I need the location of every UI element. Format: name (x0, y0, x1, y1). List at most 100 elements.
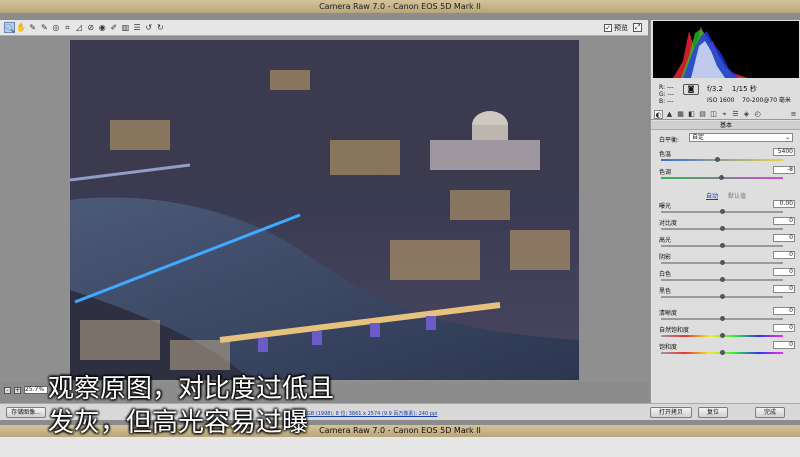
auto-default-links: 自动 默认值 (651, 191, 800, 200)
adjustments-panel: R: --- G: --- B: --- ◙ f/3.2 1/15 秒 ISO … (650, 20, 800, 403)
tint-value-field[interactable]: -8 (773, 166, 795, 174)
default-link[interactable]: 默认值 (728, 193, 746, 200)
vibrance-value-field[interactable]: 0 (773, 324, 795, 332)
vibrance-label: 自然饱和度 (659, 327, 690, 334)
contrast-label: 对比度 (659, 220, 678, 227)
zoom-tool-icon[interactable]: 🔍 (4, 22, 15, 33)
rgb-r: R: --- (659, 84, 674, 91)
hsl-tab-icon[interactable]: ◧ (687, 110, 696, 119)
auto-link[interactable]: 自动 (706, 193, 718, 200)
caption-overlay: 观察原图，对比度过低且 发灰，但高光容易过曝 (48, 372, 334, 440)
crop-tool-icon[interactable]: ⌗ (62, 22, 73, 33)
exposure-label: 曝光 (659, 203, 672, 210)
toolbar: 🔍 ✋ ✎ ✎ ◎ ⌗ ◿ ⊘ ◉ ✐ ▥ ☰ ↺ ↻ ✓ 预览 ⤢ (0, 20, 648, 36)
effects-tab-icon[interactable]: ⌖ (720, 110, 729, 119)
basic-tab-icon[interactable]: ◐ (654, 110, 663, 119)
straighten-tool-icon[interactable]: ◿ (74, 22, 85, 33)
clarity-value-field[interactable]: 0 (773, 307, 795, 315)
preview-photo (70, 40, 579, 380)
camera-calibration-tab-icon[interactable]: ☰ (731, 110, 740, 119)
image-canvas[interactable] (0, 37, 648, 382)
done-button[interactable]: 完成 (755, 407, 785, 418)
rgb-readout: R: --- G: --- B: --- (659, 84, 674, 105)
saturation-slider-thumb[interactable] (720, 350, 725, 355)
shutter-value: 1/15 秒 (731, 85, 757, 93)
snapshots-tab-icon[interactable]: ◴ (753, 110, 762, 119)
fullscreen-icon[interactable]: ⤢ (633, 23, 642, 32)
white-balance-tool-icon[interactable]: ✎ (27, 22, 38, 33)
temperature-slider-thumb[interactable] (715, 157, 721, 162)
white-balance-label: 白平衡: (659, 137, 680, 144)
iso-value: ISO 1600 (707, 97, 735, 104)
toolbar-duplicate (0, 437, 800, 457)
spot-removal-tool-icon[interactable]: ⊘ (85, 22, 96, 33)
histogram (653, 21, 799, 78)
contrast-value-field[interactable]: 0 (773, 217, 795, 225)
shadows-value-field[interactable]: 0 (773, 251, 795, 259)
blacks-label: 黑色 (659, 288, 672, 295)
open-copy-button[interactable]: 打开拷贝 (650, 407, 692, 418)
rgb-g: G: --- (659, 91, 675, 98)
tint-slider-thumb[interactable] (718, 175, 724, 180)
preferences-icon[interactable]: ☰ (132, 22, 143, 33)
contrast-slider-thumb[interactable] (720, 226, 725, 231)
hand-tool-icon[interactable]: ✋ (16, 22, 27, 33)
temperature-slider-track[interactable] (661, 159, 783, 161)
shadows-slider-thumb[interactable] (720, 260, 725, 265)
reset-button[interactable]: 复位 (698, 407, 728, 418)
preview-toggle[interactable]: ✓ 预览 (604, 23, 628, 33)
exposure-readout: f/3.2 1/15 秒 (707, 84, 757, 94)
whites-label: 白色 (659, 271, 672, 278)
red-eye-tool-icon[interactable]: ◉ (97, 22, 108, 33)
panel-menu-icon[interactable]: ≡ (789, 110, 798, 119)
whites-slider-thumb[interactable] (720, 277, 725, 282)
camera-icon: ◙ (683, 84, 699, 95)
white-balance-value: 自定 (692, 134, 705, 141)
tone-curve-tab-icon[interactable]: ▲ (665, 110, 674, 119)
lens-corrections-tab-icon[interactable]: ◫ (709, 110, 718, 119)
color-sampler-tool-icon[interactable]: ✎ (39, 22, 50, 33)
lens-readout: ISO 1600 70-200@70 毫米 (707, 95, 791, 104)
tint-label: 色调 (659, 169, 672, 176)
caption-line-2: 发灰，但高光容易过曝 (48, 408, 309, 438)
highlights-label: 高光 (659, 237, 672, 244)
panel-tabs: ◐ ▲ ▦ ◧ ▤ ◫ ⌖ ☰ ◈ ◴ ≡ (651, 109, 800, 120)
split-toning-tab-icon[interactable]: ▤ (698, 110, 707, 119)
exposure-value-field[interactable]: 0.00 (773, 200, 795, 208)
highlights-value-field[interactable]: 0 (773, 234, 795, 242)
whites-value-field[interactable]: 0 (773, 268, 795, 276)
white-balance-select[interactable]: 自定 ⌄ (689, 133, 793, 142)
highlights-slider-thumb[interactable] (720, 243, 725, 248)
zoom-level[interactable]: 25.7% (24, 386, 48, 394)
shadows-label: 阴影 (659, 254, 672, 261)
blacks-slider-thumb[interactable] (720, 294, 725, 299)
aperture-value: f/3.2 (707, 85, 723, 93)
chevron-down-icon: ⌄ (784, 134, 790, 141)
adjustment-brush-icon[interactable]: ✐ (108, 22, 119, 33)
basic-panel-title: 基本 (651, 121, 800, 130)
preview-label: 预览 (614, 24, 628, 32)
clarity-slider-thumb[interactable] (720, 316, 725, 321)
presets-tab-icon[interactable]: ◈ (742, 110, 751, 119)
temperature-label: 色温 (659, 151, 672, 158)
exposure-slider-thumb[interactable] (720, 209, 725, 214)
rotate-left-icon[interactable]: ↺ (143, 22, 154, 33)
detail-tab-icon[interactable]: ▦ (676, 110, 685, 119)
preview-checkbox[interactable]: ✓ (604, 24, 612, 32)
saturation-value-field[interactable]: 0 (773, 341, 795, 349)
blacks-value-field[interactable]: 0 (773, 285, 795, 293)
save-image-button[interactable]: 存储图像... (6, 407, 46, 418)
graduated-filter-icon[interactable]: ▥ (120, 22, 131, 33)
zoom-in-button[interactable]: + (14, 386, 21, 394)
saturation-label: 饱和度 (659, 344, 678, 351)
caption-line-1: 观察原图，对比度过低且 (48, 374, 335, 404)
rgb-b: B: --- (659, 98, 674, 105)
temperature-value-field[interactable]: 5400 (773, 148, 795, 156)
lens-value: 70-200@70 毫米 (742, 97, 791, 104)
window-title: Camera Raw 7.0 - Canon EOS 5D Mark II (0, 0, 800, 13)
zoom-out-button[interactable]: - (4, 386, 11, 394)
targeted-adjustment-tool-icon[interactable]: ◎ (50, 22, 61, 33)
clarity-label: 清晰度 (659, 310, 678, 317)
vibrance-slider-thumb[interactable] (720, 333, 725, 338)
rotate-right-icon[interactable]: ↻ (155, 22, 166, 33)
